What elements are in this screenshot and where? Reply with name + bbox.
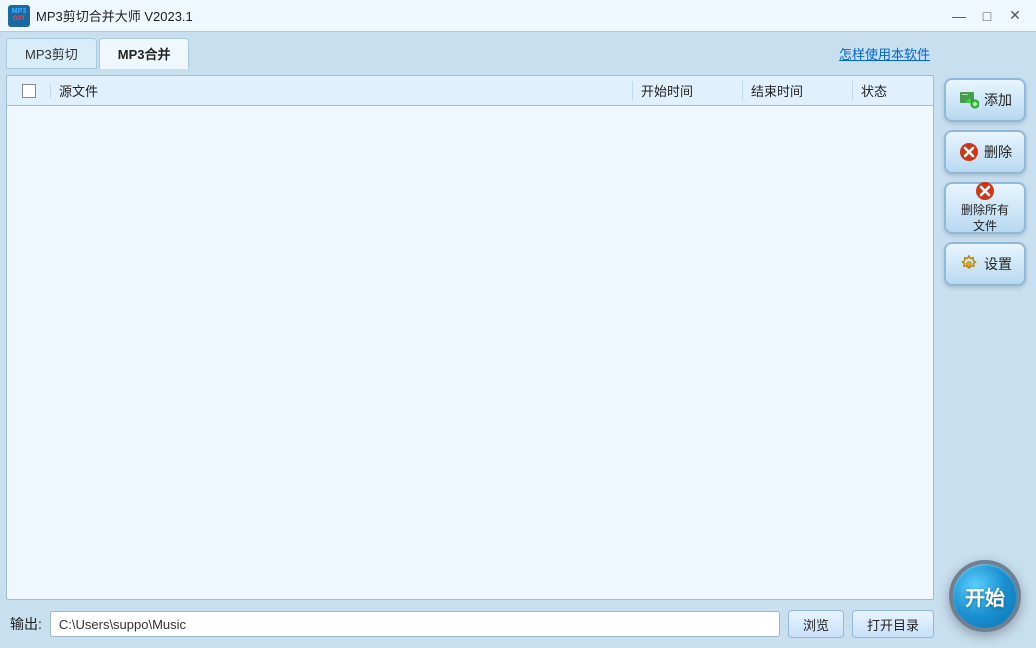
- app-title: MP3剪切合并大师 V2023.1: [36, 6, 193, 25]
- title-bar-controls: — □ ✕: [946, 6, 1028, 26]
- delete-all-icon: [974, 181, 996, 201]
- tab-mp3-cut[interactable]: MP3剪切: [6, 38, 97, 69]
- browse-button[interactable]: 浏览: [788, 610, 844, 638]
- help-link[interactable]: 怎样使用本软件: [839, 44, 934, 63]
- col-header-end: 结束时间: [743, 81, 853, 100]
- settings-label: 设置: [984, 254, 1012, 274]
- file-table-container: 源文件 开始时间 结束时间 状态: [6, 75, 934, 600]
- main-content: MP3剪切 MP3合并 怎样使用本软件 源文件 开始时间 结束时间 状态: [0, 32, 1036, 648]
- add-label: 添加: [984, 90, 1012, 110]
- tabs-container: MP3剪切 MP3合并: [6, 38, 191, 69]
- tab-mp3-merge[interactable]: MP3合并: [99, 38, 190, 69]
- app-icon: MP3 CUT: [8, 5, 30, 27]
- tabs-area: MP3剪切 MP3合并 怎样使用本软件: [6, 38, 934, 69]
- right-panel: 添加 删除 删除所有文件: [940, 38, 1030, 642]
- add-button[interactable]: 添加: [944, 78, 1026, 122]
- gear-icon: [958, 253, 980, 275]
- col-header-status: 状态: [853, 81, 933, 100]
- header-checkbox[interactable]: [22, 84, 36, 98]
- table-body: [7, 106, 933, 599]
- title-bar-left: MP3 CUT MP3剪切合并大师 V2023.1: [8, 5, 193, 27]
- delete-button[interactable]: 删除: [944, 130, 1026, 174]
- col-header-source: 源文件: [51, 81, 633, 100]
- start-button[interactable]: 开始: [949, 560, 1021, 632]
- open-dir-button[interactable]: 打开目录: [852, 610, 934, 638]
- delete-icon: [958, 141, 980, 163]
- output-path-input[interactable]: [50, 611, 780, 637]
- delete-all-label: 删除所有文件: [961, 203, 1009, 234]
- delete-label: 删除: [984, 142, 1012, 162]
- maximize-button[interactable]: □: [974, 6, 1000, 26]
- output-bar: 输出: 浏览 打开目录: [6, 606, 934, 642]
- close-button[interactable]: ✕: [1002, 6, 1028, 26]
- start-btn-container: 开始: [949, 560, 1021, 632]
- add-icon: [958, 89, 980, 111]
- title-bar: MP3 CUT MP3剪切合并大师 V2023.1 — □ ✕: [0, 0, 1036, 32]
- col-header-checkbox: [7, 84, 51, 98]
- col-header-start: 开始时间: [633, 81, 743, 100]
- settings-button[interactable]: 设置: [944, 242, 1026, 286]
- delete-all-button[interactable]: 删除所有文件: [944, 182, 1026, 234]
- left-panel: MP3剪切 MP3合并 怎样使用本软件 源文件 开始时间 结束时间 状态: [6, 38, 934, 642]
- minimize-button[interactable]: —: [946, 6, 972, 26]
- output-label: 输出:: [6, 614, 42, 634]
- table-header: 源文件 开始时间 结束时间 状态: [7, 76, 933, 106]
